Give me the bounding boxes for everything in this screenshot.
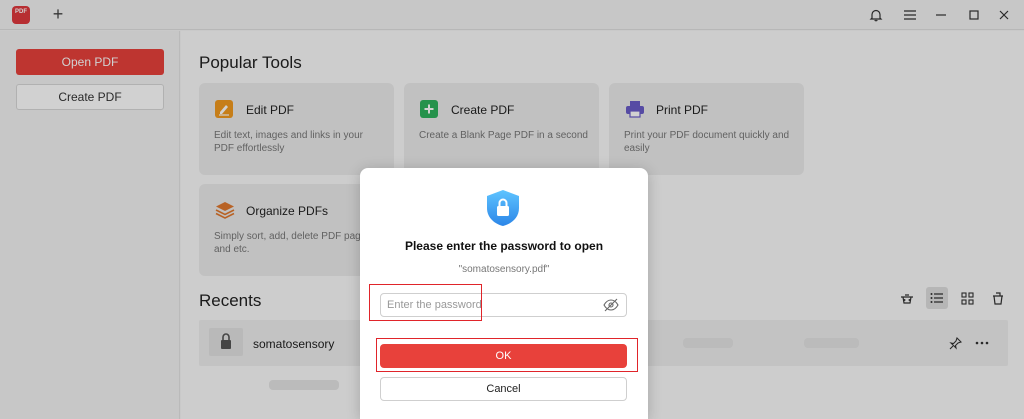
dialog-filename: "somatosensory.pdf": [458, 264, 550, 275]
ok-button[interactable]: OK: [380, 344, 627, 368]
shield-lock-icon: [484, 188, 522, 228]
password-dialog: Please enter the password to open "somat…: [360, 168, 648, 419]
cancel-button[interactable]: Cancel: [380, 377, 627, 401]
eye-off-icon[interactable]: [603, 298, 619, 312]
dialog-title: Please enter the password to open: [404, 239, 604, 253]
password-input[interactable]: [380, 293, 627, 317]
